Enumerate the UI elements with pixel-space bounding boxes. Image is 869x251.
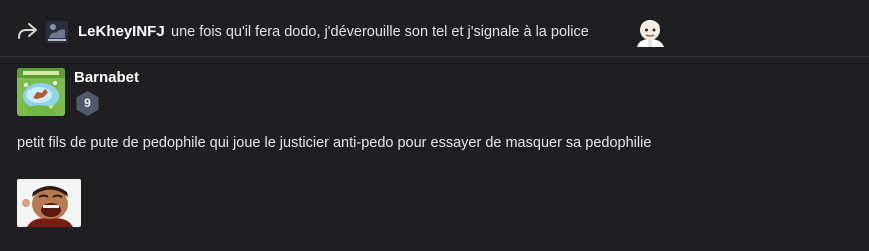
- share-forward-icon[interactable]: [16, 22, 38, 40]
- laughing-sticker[interactable]: [17, 179, 81, 227]
- reply-message-text: une fois qu'il fera dodo, j'déverouille …: [171, 24, 589, 40]
- sticker-emoji: [637, 20, 664, 47]
- quoted-reply-bar: LeKheyINFJ une fois qu'il fera dodo, j'd…: [0, 0, 869, 57]
- post-author-avatar[interactable]: [17, 68, 65, 116]
- reply-author-name[interactable]: LeKheyINFJ: [78, 23, 165, 40]
- post-body-text: petit fils de pute de pedophile qui joue…: [17, 135, 652, 151]
- user-avatar[interactable]: [44, 19, 70, 45]
- level-badge: 9: [75, 90, 100, 117]
- level-badge-number: 9: [84, 96, 91, 110]
- post-author-name[interactable]: Barnabet: [74, 69, 139, 86]
